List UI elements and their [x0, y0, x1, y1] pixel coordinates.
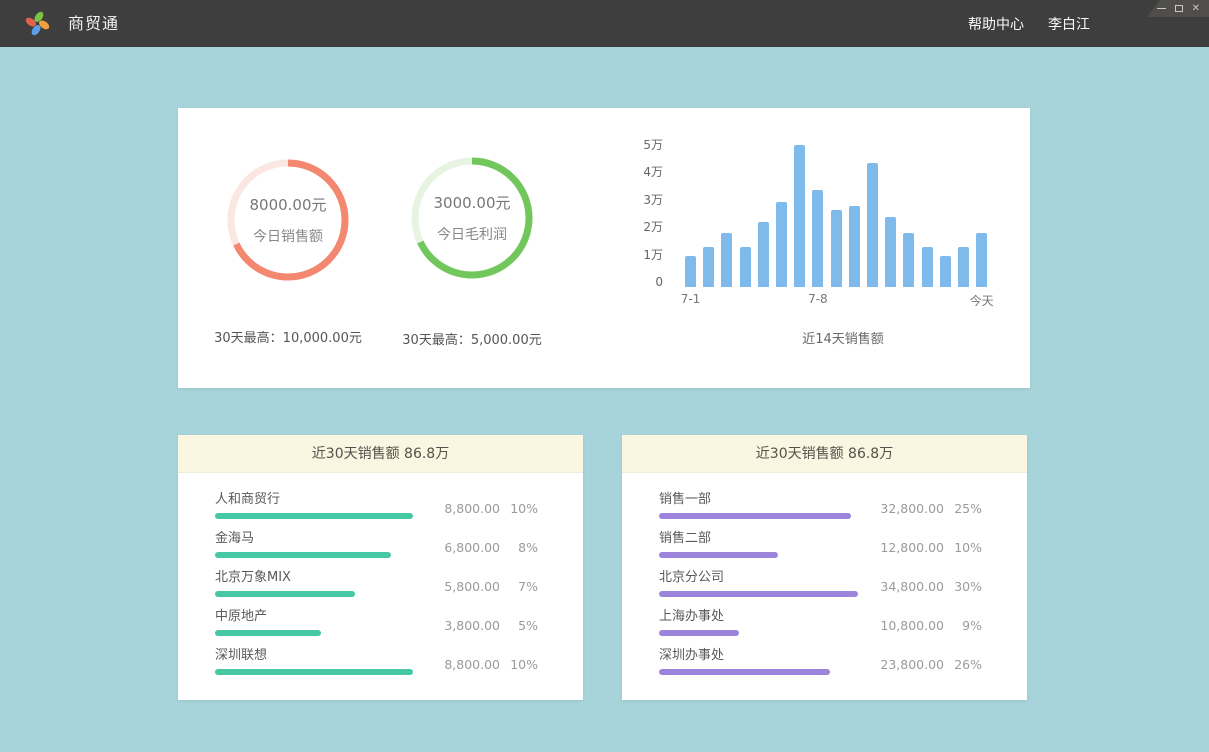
ranking-values: 8,800.0010% — [434, 501, 538, 516]
y-tick-label: 5万 — [643, 137, 663, 153]
ranking-percent: 30% — [944, 579, 982, 594]
x-tick-label: 7-1 — [681, 292, 701, 306]
customer-ranking-list: 人和商贸行8,800.0010%金海马6,800.008%北京万象MIX5,80… — [178, 473, 583, 683]
sales-bar — [831, 210, 842, 287]
ranking-percent: 26% — [944, 657, 982, 672]
ranking-percent: 8% — [500, 540, 538, 555]
ranking-amount: 10,800.00 — [878, 618, 944, 633]
ranking-values: 10,800.009% — [878, 618, 982, 633]
app-logo-icon — [24, 10, 51, 37]
x-tick-label: 今天 — [970, 292, 994, 309]
y-tick-label: 2万 — [643, 219, 663, 235]
maximize-icon[interactable] — [1175, 5, 1183, 12]
ranking-row: 深圳联想8,800.0010% — [215, 644, 538, 683]
ranking-percent: 10% — [500, 657, 538, 672]
ranking-percent: 9% — [944, 618, 982, 633]
ranking-percent: 7% — [500, 579, 538, 594]
department-ranking-list: 销售一部32,800.0025%销售二部12,800.0010%北京分公司34,… — [622, 473, 1027, 683]
y-tick-label: 0 — [655, 274, 663, 290]
ranking-bar — [215, 630, 321, 636]
ranking-bar — [215, 513, 413, 519]
ranking-amount: 34,800.00 — [878, 579, 944, 594]
ranking-bar — [659, 630, 739, 636]
ranking-amount: 32,800.00 — [878, 501, 944, 516]
ranking-values: 34,800.0030% — [878, 579, 982, 594]
ranking-bar — [215, 552, 391, 558]
ranking-bar — [659, 591, 858, 597]
ranking-row: 北京分公司34,800.0030% — [659, 566, 982, 605]
sales-bar — [922, 247, 933, 287]
sales-bar — [740, 247, 751, 287]
ranking-values: 8,800.0010% — [434, 657, 538, 672]
sales-bar — [976, 233, 987, 287]
ranking-values: 12,800.0010% — [878, 540, 982, 555]
y-tick-label: 3万 — [643, 192, 663, 208]
sales-bar — [758, 222, 769, 287]
sales-bar — [794, 145, 805, 287]
ranking-row: 深圳办事处23,800.0026% — [659, 644, 982, 683]
x-tick-label: 7-8 — [808, 292, 828, 306]
ranking-percent: 10% — [500, 501, 538, 516]
ranking-bar — [659, 513, 851, 519]
y-tick-label: 4万 — [643, 164, 663, 180]
ranking-percent: 10% — [944, 540, 982, 555]
y-tick-label: 1万 — [643, 247, 663, 263]
ranking-amount: 6,800.00 — [434, 540, 500, 555]
ranking-percent: 25% — [944, 501, 982, 516]
sales-bar — [776, 202, 787, 287]
customer-ranking-card: 近30天销售额 86.8万 人和商贸行8,800.0010%金海马6,800.0… — [178, 435, 583, 700]
ranking-amount: 23,800.00 — [878, 657, 944, 672]
ranking-bar — [659, 669, 830, 675]
ranking-amount: 12,800.00 — [878, 540, 944, 555]
department-ranking-card: 近30天销售额 86.8万 销售一部32,800.0025%销售二部12,800… — [622, 435, 1027, 700]
sales-bar — [867, 163, 878, 287]
ranking-values: 6,800.008% — [434, 540, 538, 555]
ranking-amount: 5,800.00 — [434, 579, 500, 594]
titlebar: 商贸通 帮助中心 李白江 ✕ — [0, 0, 1209, 47]
sales-bar — [903, 233, 914, 287]
ranking-row: 北京万象MIX5,800.007% — [215, 566, 538, 605]
ranking-row: 金海马6,800.008% — [215, 527, 538, 566]
ranking-values: 5,800.007% — [434, 579, 538, 594]
user-menu[interactable]: 李白江 — [1048, 14, 1090, 34]
window-controls: ✕ — [1147, 0, 1209, 17]
ranking-amount: 8,800.00 — [434, 657, 500, 672]
ranking-row: 销售一部32,800.0025% — [659, 488, 982, 527]
sales-bar — [958, 247, 969, 287]
sales-bar — [812, 190, 823, 287]
close-icon[interactable]: ✕ — [1192, 4, 1200, 14]
sales-bar — [685, 256, 696, 287]
department-ranking-title: 近30天销售额 86.8万 — [622, 435, 1027, 473]
sales-bar — [940, 256, 951, 287]
ranking-row: 中原地产3,800.005% — [215, 605, 538, 644]
ranking-values: 23,800.0026% — [878, 657, 982, 672]
sales-bar — [849, 206, 860, 287]
app-title: 商贸通 — [68, 0, 119, 47]
customer-ranking-title: 近30天销售额 86.8万 — [178, 435, 583, 473]
ranking-amount: 8,800.00 — [434, 501, 500, 516]
sales-bar — [885, 217, 896, 287]
chart-title: 近14天销售额 — [802, 328, 884, 347]
minimize-icon[interactable] — [1157, 8, 1166, 9]
overview-card: 8000.00元 今日销售额 30天最高：10,000.00元 3000.00元… — [178, 108, 1030, 388]
ranking-values: 3,800.005% — [434, 618, 538, 633]
sales-bar — [703, 247, 714, 287]
ranking-bar — [215, 591, 355, 597]
ranking-row: 销售二部12,800.0010% — [659, 527, 982, 566]
ranking-percent: 5% — [500, 618, 538, 633]
ranking-bar — [659, 552, 778, 558]
ranking-values: 32,800.0025% — [878, 501, 982, 516]
topbar-menu: 帮助中心 李白江 — [968, 0, 1090, 47]
ranking-amount: 3,800.00 — [434, 618, 500, 633]
sales-bar — [721, 233, 732, 287]
help-center-link[interactable]: 帮助中心 — [968, 14, 1024, 34]
sales-14d-chart: 5万 4万 3万 2万 1万 0 7-1 7-8 今天 — [178, 108, 1030, 388]
ranking-row: 人和商贸行8,800.0010% — [215, 488, 538, 527]
ranking-bar — [215, 669, 413, 675]
ranking-row: 上海办事处10,800.009% — [659, 605, 982, 644]
